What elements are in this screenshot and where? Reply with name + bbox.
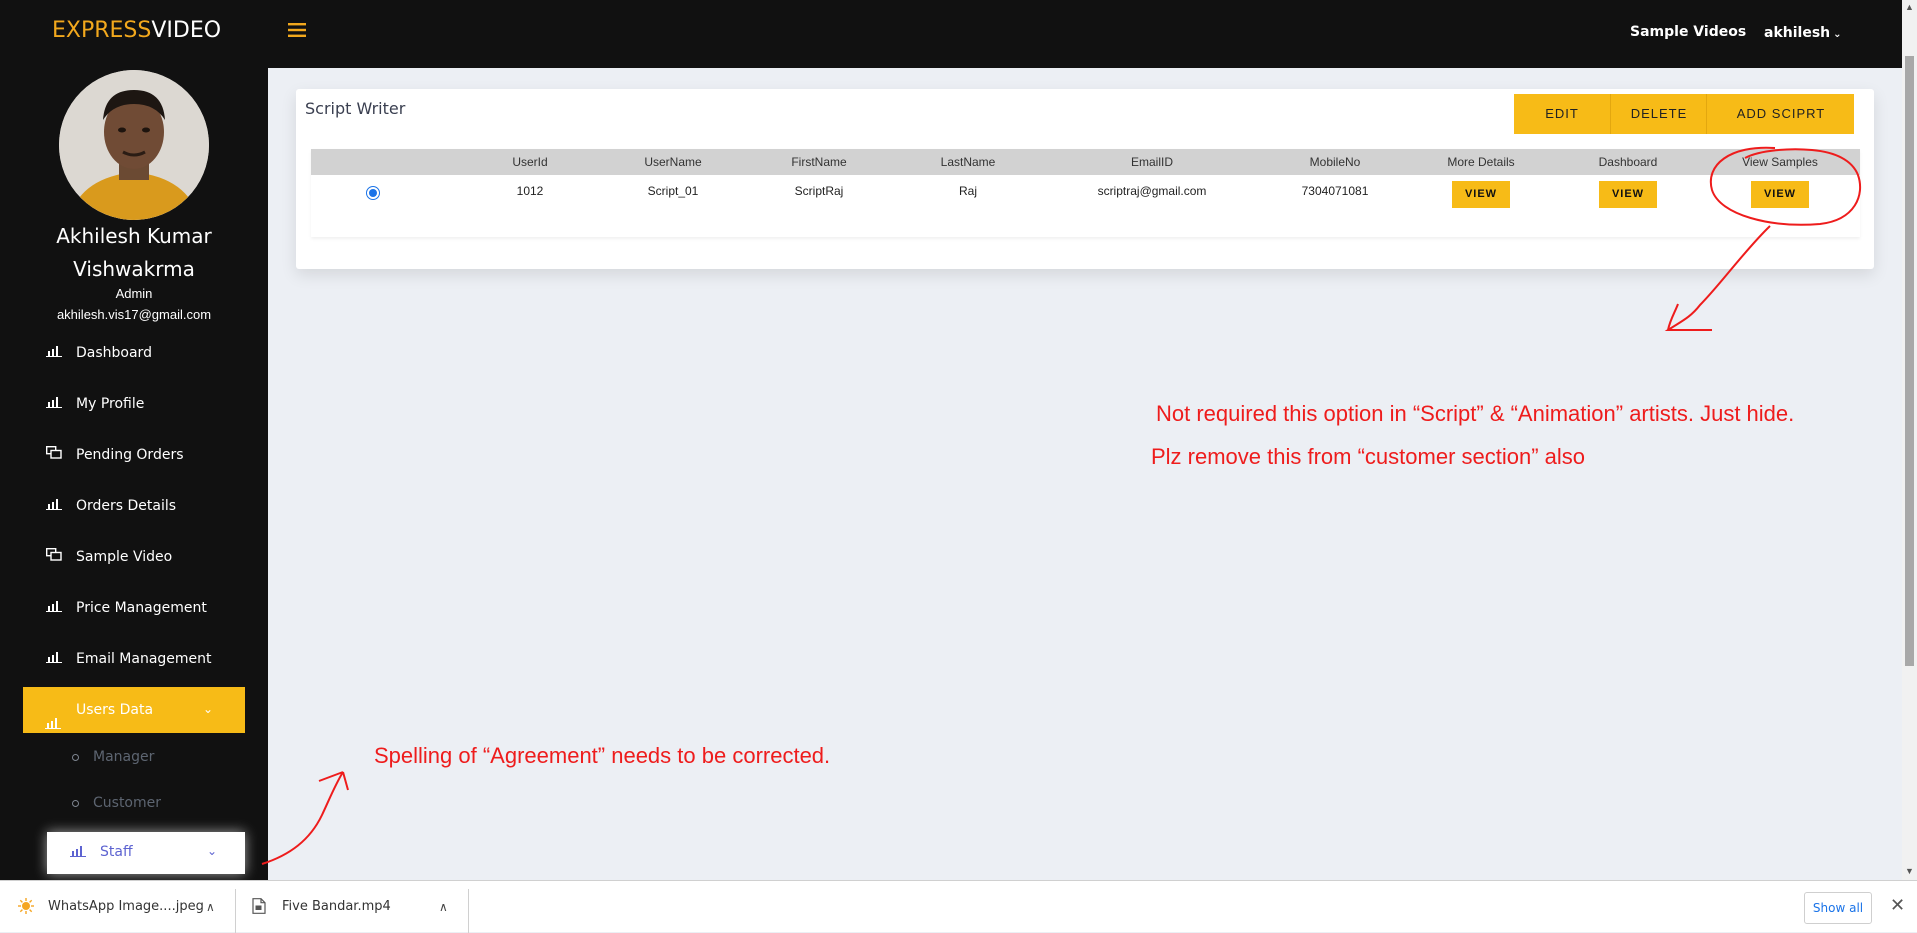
vertical-scrollbar[interactable]: ▲ ▼: [1902, 0, 1917, 880]
user-menu-name: akhilesh: [1764, 25, 1831, 41]
cell-username: Script_01: [647, 184, 699, 198]
column-header-more-details: More Details: [1447, 155, 1515, 169]
script-writer-card: Script Writer EDIT DELETE ADD SCIPRT Use…: [296, 89, 1874, 269]
cell-mobileno: 7304071081: [1301, 184, 1369, 198]
download-item-five-bandar[interactable]: Five Bandar.mp4 ∧: [252, 881, 452, 932]
column-header-lastname: LastName: [940, 155, 996, 169]
scroll-down-arrow-icon[interactable]: ▼: [1905, 866, 1914, 876]
column-header-view-samples: View Samples: [1742, 155, 1818, 169]
top-navbar: EXPRESSVIDEO Sample Videos akhilesh ⌄: [0, 0, 1902, 68]
scroll-up-arrow-icon[interactable]: ▲: [1905, 2, 1914, 12]
sidebar-item-dashboard[interactable]: Dashboard: [46, 338, 256, 368]
profile-name: Akhilesh Kumar Vishwakrma: [0, 220, 268, 286]
sidebar-item-price-management[interactable]: Price Management: [46, 593, 256, 623]
row-select-radio[interactable]: [366, 186, 380, 200]
logo-text-video: VIDEO: [151, 18, 222, 43]
close-icon[interactable]: ✕: [1890, 895, 1905, 916]
bar-chart-icon: [46, 491, 64, 521]
bullet-icon: [72, 753, 79, 761]
downloads-bar: WhatsApp Image....jpeg ∧ Five Bandar.mp4…: [0, 880, 1917, 933]
script-writer-table: UserId UserName FirstName LastName Email…: [311, 149, 1860, 237]
cell-userid: 1012: [516, 184, 544, 198]
cell-firstname: ScriptRaj: [794, 184, 844, 198]
sidebar-item-my-profile[interactable]: My Profile: [46, 389, 256, 419]
bullet-icon: [72, 799, 79, 807]
more-details-view-button[interactable]: VIEW: [1452, 181, 1510, 208]
profile-name-line1: Akhilesh Kumar: [56, 224, 212, 248]
bar-chart-icon: [46, 593, 64, 623]
sidebar-item-label: Staff: [100, 844, 133, 860]
sidebar-item-label: Pending Orders: [76, 447, 184, 463]
sidebar-item-users-data[interactable]: Users Data ⌄: [23, 687, 245, 733]
image-file-icon: [18, 898, 34, 918]
bar-chart-icon: [46, 338, 64, 368]
profile-email: akhilesh.vis17@gmail.com: [56, 307, 212, 322]
hamburger-icon[interactable]: [288, 20, 306, 42]
scrollbar-thumb[interactable]: [1905, 56, 1914, 666]
sidebar-subitem-customer[interactable]: Customer: [72, 795, 161, 811]
sidebar: Akhilesh Kumar Vishwakrma Admin akhilesh…: [0, 68, 268, 880]
column-header-userid: UserId: [512, 155, 548, 169]
sidebar-item-label: My Profile: [76, 396, 145, 412]
view-samples-view-button[interactable]: VIEW: [1751, 181, 1809, 208]
annotation-arrow-left: [261, 771, 349, 865]
user-menu-dropdown[interactable]: akhilesh ⌄: [1764, 25, 1842, 41]
delete-button[interactable]: DELETE: [1610, 94, 1707, 134]
avatar: [59, 70, 209, 220]
sidebar-item-email-management[interactable]: Email Management: [46, 644, 256, 674]
annotation-note-hide-option: Not required this option in “Script” & “…: [1156, 401, 1795, 426]
download-separator: [468, 889, 469, 933]
sidebar-item-label: Sample Video: [76, 549, 173, 565]
page-title: Script Writer: [305, 99, 406, 118]
sidebar-item-orders-details[interactable]: Orders Details: [46, 491, 256, 521]
sidebar-item-label: Email Management: [76, 651, 212, 667]
sidebar-item-sample-video[interactable]: Sample Video: [45, 542, 256, 572]
cell-emailid: scriptraj@gmail.com: [1097, 184, 1207, 198]
sidebar-item-label: Users Data: [76, 702, 154, 718]
column-header-dashboard: Dashboard: [1598, 155, 1658, 169]
table-header: UserId UserName FirstName LastName Email…: [311, 149, 1860, 175]
column-header-username: UserName: [644, 155, 702, 169]
download-file-name: Five Bandar.mp4: [282, 899, 391, 914]
sample-videos-link[interactable]: Sample Videos: [1630, 24, 1746, 40]
show-all-downloads-button[interactable]: Show all: [1804, 892, 1872, 924]
annotation-note-spelling: Spelling of “Agreement” needs to be corr…: [374, 743, 831, 768]
brand-logo[interactable]: EXPRESSVIDEO: [52, 18, 221, 43]
bar-chart-icon: [70, 845, 86, 861]
bar-chart-icon: [46, 644, 64, 674]
bar-chart-icon: [45, 702, 61, 748]
column-header-emailid: EmailID: [1130, 155, 1174, 169]
column-header-firstname: FirstName: [791, 155, 847, 169]
sidebar-item-label: Orders Details: [76, 498, 177, 514]
download-file-name: WhatsApp Image....jpeg: [48, 899, 204, 914]
sidebar-item-label: Price Management: [76, 600, 207, 616]
chevron-down-icon: ⌄: [203, 702, 214, 716]
sidebar-item-pending-orders[interactable]: Pending Orders: [45, 440, 256, 470]
stack-icon: [45, 440, 64, 470]
dashboard-view-button[interactable]: VIEW: [1599, 181, 1657, 208]
action-button-group: EDIT DELETE ADD SCIPRT: [1514, 94, 1854, 134]
chevron-down-icon: ⌄: [207, 844, 218, 858]
edit-button[interactable]: EDIT: [1514, 94, 1610, 134]
bar-chart-icon: [46, 389, 64, 419]
download-item-whatsapp-image[interactable]: WhatsApp Image....jpeg ∧: [18, 881, 228, 932]
column-header-mobileno: MobileNo: [1309, 155, 1361, 169]
sidebar-subitem-label: Manager: [93, 749, 155, 765]
sidebar-subitem-label: Customer: [93, 795, 162, 811]
download-separator: [235, 889, 236, 933]
sidebar-item-label: Dashboard: [76, 345, 152, 361]
chevron-down-icon: ⌄: [1833, 29, 1842, 40]
chevron-up-icon[interactable]: ∧: [439, 900, 448, 914]
chevron-up-icon[interactable]: ∧: [206, 900, 215, 914]
annotation-note-customer-section: Plz remove this from “customer section” …: [1151, 444, 1586, 469]
stack-icon: [45, 542, 64, 572]
sidebar-item-staff[interactable]: Staff ⌄: [47, 832, 245, 874]
profile-name-line2: Vishwakrma: [73, 257, 195, 281]
logo-text-express: EXPRESS: [52, 18, 152, 43]
sidebar-subitem-manager[interactable]: Manager: [72, 749, 154, 765]
cell-lastname: Raj: [958, 184, 978, 198]
profile-role: Admin: [115, 286, 153, 301]
video-file-icon: [252, 898, 266, 918]
add-script-button[interactable]: ADD SCIPRT: [1706, 94, 1855, 134]
